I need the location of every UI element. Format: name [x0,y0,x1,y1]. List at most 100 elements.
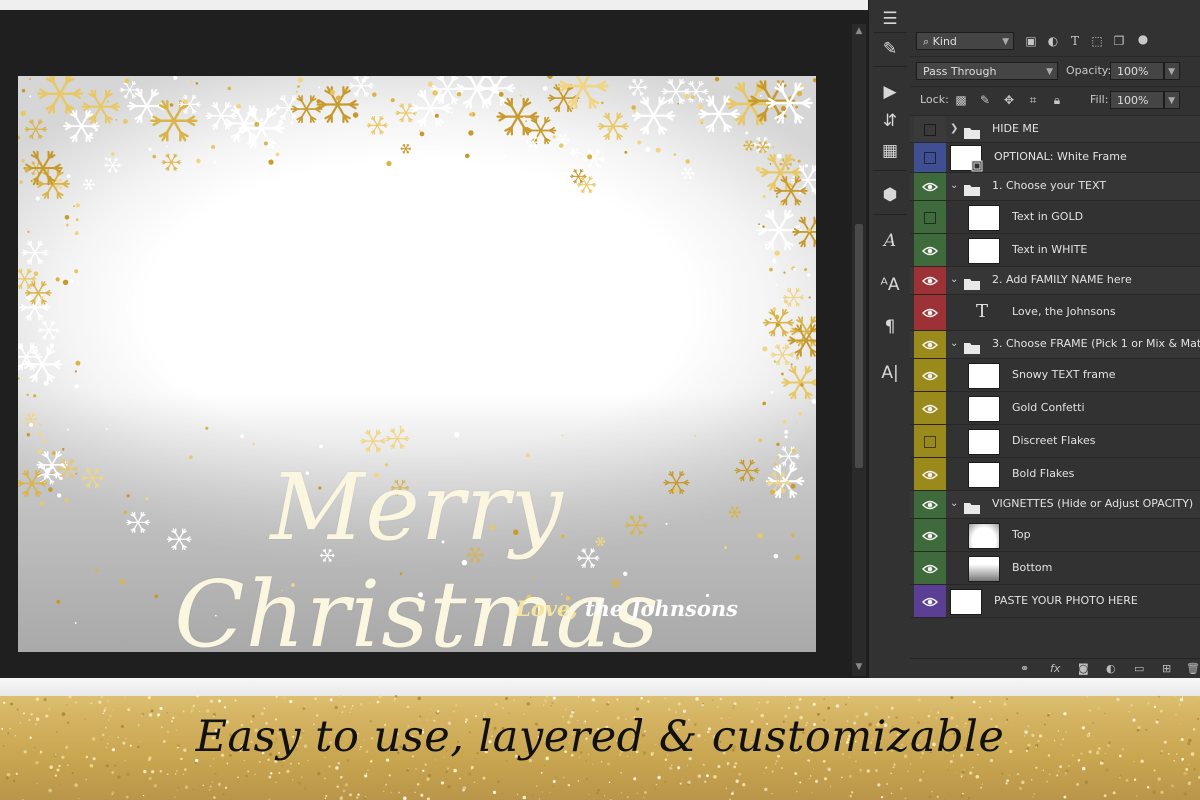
fx-icon[interactable]: fx [1050,662,1060,675]
new-layer-icon[interactable]: ⊞ [1162,662,1171,675]
fill-dropdown[interactable]: ▼ [1164,91,1180,109]
visibility-eye-icon[interactable] [921,499,939,511]
glitter-speck [841,776,843,779]
delete-layer-icon[interactable]: 🗑︎ [1186,662,1200,675]
visibility-eye-icon[interactable] [921,530,939,542]
lock-transparency-icon[interactable]: ▩ [954,93,968,107]
layer-name[interactable]: Gold Confetti [1012,401,1085,414]
layer-group-row[interactable]: ⌄ 1. Choose your TEXT [910,173,1200,201]
opacity-field[interactable]: 100% [1110,62,1164,80]
visibility-toggle-off[interactable] [924,211,936,224]
paragraph-icon[interactable]: ¶ [877,314,903,340]
lock-artboard-icon[interactable]: ⌗ [1026,93,1040,107]
layer-name[interactable]: PASTE YOUR PHOTO HERE [994,594,1138,607]
layer-name[interactable]: HIDE ME [992,122,1039,135]
layer-row[interactable]: PASTE YOUR PHOTO HERE [910,585,1200,618]
visibility-eye-icon[interactable] [921,307,939,319]
filter-toggle-icon[interactable]: ● [1136,32,1150,46]
chevron-down-icon[interactable]: ⌄ [950,338,958,349]
visibility-eye-icon[interactable] [921,403,939,415]
lock-image-icon[interactable]: ✎ [978,93,992,107]
shape-filter-icon[interactable]: ⬚ [1090,34,1104,48]
layer-group-row[interactable]: ⌄ 2. Add FAMILY NAME here [910,267,1200,295]
add-mask-icon[interactable]: ◙ [1078,662,1089,675]
layer-name[interactable]: 1. Choose your TEXT [992,179,1106,192]
adjustment-layer-icon[interactable]: ◐ [1106,662,1116,675]
chevron-down-icon[interactable]: ⌄ [950,274,958,285]
blend-mode-select[interactable]: Pass Through ▼ [916,62,1058,80]
glyph-icon[interactable]: ᴬA [877,272,903,298]
layer-row[interactable]: Text in WHITE [910,234,1200,267]
layer-row[interactable]: T Love, the Johnsons [910,295,1200,331]
vertical-scroll-thumb[interactable] [855,224,863,468]
layer-row[interactable]: Bold Flakes [910,458,1200,491]
layer-name[interactable]: Snowy TEXT frame [1012,368,1116,381]
glitter-speck [738,772,742,776]
layer-name[interactable]: OPTIONAL: White Frame [994,150,1127,163]
layer-group-row[interactable]: ⌄ 3. Choose FRAME (Pick 1 or Mix & Match) [910,331,1200,359]
3d-cube-icon[interactable]: ⬢ [877,182,903,208]
layer-group-row[interactable]: ⌄ VIGNETTES (Hide or Adjust OPACITY) [910,491,1200,519]
adjust-sliders-icon[interactable]: ☰ [877,6,903,32]
layer-name[interactable]: Bold Flakes [1012,467,1074,480]
layer-row[interactable]: Gold Confetti [910,392,1200,425]
layer-row[interactable]: Bottom [910,552,1200,585]
opacity-dropdown[interactable]: ▼ [1164,62,1180,80]
visibility-toggle-off[interactable] [924,123,936,136]
layer-name[interactable]: Discreet Flakes [1012,434,1096,447]
visibility-eye-icon[interactable] [921,275,939,287]
confetti-dot [762,225,765,228]
divider [873,170,907,171]
visibility-eye-icon[interactable] [921,469,939,481]
scroll-up-arrow-icon[interactable]: ▲ [852,26,866,36]
fill-field[interactable]: 100% [1110,91,1164,109]
confetti-dot [26,393,29,397]
visibility-eye-icon[interactable] [921,596,939,608]
character-style-icon[interactable]: A [877,228,903,254]
adjustment-filter-icon[interactable]: ◐ [1046,34,1060,48]
layer-name[interactable]: Bottom [1012,561,1052,574]
visibility-toggle-off[interactable] [924,152,936,164]
chevron-down-icon[interactable]: ⌄ [950,180,958,191]
visibility-eye-icon[interactable] [921,563,939,575]
card-document[interactable]: Merry Christmas Love, the Johnsons [18,76,816,652]
layer-name[interactable]: Love, the Johnsons [1012,305,1116,318]
link-layers-icon[interactable]: ⚭ [1020,662,1029,675]
layer-row[interactable]: Discreet Flakes [910,425,1200,458]
play-icon[interactable]: ▶ [877,79,903,105]
grid-icon[interactable]: ▦ [877,138,903,164]
pixel-filter-icon[interactable]: ▣ [1024,34,1038,48]
layer-name[interactable]: Text in GOLD [1012,210,1083,223]
visibility-eye-icon[interactable] [921,339,939,351]
chevron-down-icon[interactable]: ⌄ [950,498,958,509]
layer-group-row[interactable]: ❯ HIDE ME [910,116,1200,143]
visibility-eye-icon[interactable] [921,181,939,193]
lock-all-icon[interactable]: 🔒︎ [1050,93,1064,107]
new-group-icon[interactable]: ▭ [1134,662,1144,675]
brush-icon[interactable]: ✎ [877,36,903,62]
lock-position-icon[interactable]: ✥ [1002,93,1016,107]
confetti-dot [804,164,809,168]
layer-row[interactable]: Text in GOLD [910,201,1200,234]
character-icon[interactable]: A| [877,360,903,386]
layer-name[interactable]: VIGNETTES (Hide or Adjust OPACITY) [992,497,1193,510]
smart-object-filter-icon[interactable]: ❐ [1112,34,1126,48]
visibility-toggle-off[interactable] [924,435,936,448]
visibility-eye-icon[interactable] [921,370,939,382]
layer-row[interactable]: OPTIONAL: White Frame [910,143,1200,173]
chevron-right-icon[interactable]: ❯ [950,123,958,134]
history-icon[interactable]: ⇵ [877,108,903,134]
glitter-speck [664,697,667,700]
filter-kind-select[interactable]: ⌕ Kind ▼ [916,32,1014,50]
layer-name[interactable]: Text in WHITE [1012,243,1087,256]
type-filter-icon[interactable]: T [1068,34,1082,48]
layer-row[interactable]: Top [910,519,1200,552]
layer-name[interactable]: 3. Choose FRAME (Pick 1 or Mix & Match) [992,337,1200,350]
visibility-eye-icon[interactable] [921,245,939,257]
signature-love: Love, [516,596,578,621]
layer-name[interactable]: Top [1012,528,1031,541]
scroll-down-arrow-icon[interactable]: ▼ [852,662,866,672]
layer-name[interactable]: 2. Add FAMILY NAME here [992,273,1132,286]
vertical-scrollbar[interactable]: ▲ ▼ [852,24,866,676]
layer-row[interactable]: Snowy TEXT frame [910,359,1200,392]
